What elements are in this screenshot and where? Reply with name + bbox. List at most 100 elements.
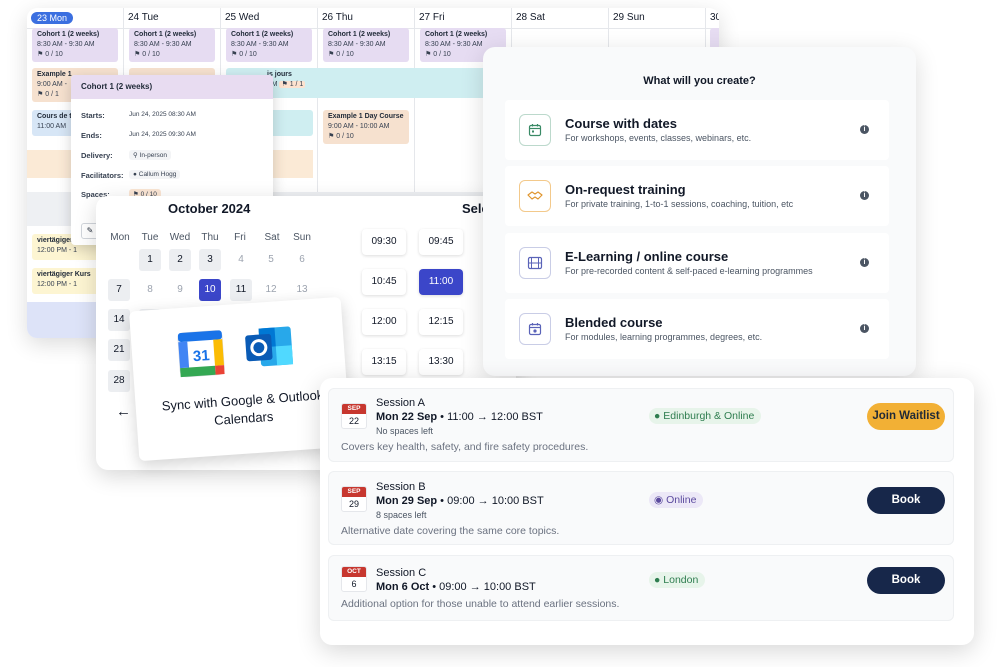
session-description: Alternative date covering the same core … (341, 525, 560, 537)
option-elearning[interactable]: E-Learning / online course For pre-recor… (505, 233, 889, 293)
spaces-value: 0 / 1 (45, 91, 59, 98)
day-header-sun[interactable]: 29 Sun (608, 8, 705, 28)
day-header-thu[interactable]: 26 Thu (317, 8, 414, 28)
time-slot[interactable]: 12:15 (419, 309, 463, 335)
date-cell[interactable]: 21 (108, 339, 130, 361)
date-cell[interactable]: 2 (169, 249, 191, 271)
location-text: Edinburgh & Online (663, 410, 755, 422)
time-slot[interactable]: 13:30 (419, 349, 463, 375)
date-cell[interactable]: 11 (230, 279, 252, 301)
event-day-course-thu[interactable]: Example 1 Day Course 9:00 AM - 10:00 AM … (323, 110, 409, 144)
info-icon[interactable]: i (860, 191, 869, 200)
location-badge: ◉ Online (649, 492, 704, 508)
join-waitlist-button[interactable]: Join Waitlist (867, 403, 945, 430)
date-cell-selected[interactable]: 10 (199, 279, 221, 301)
weekday-mon: Mon (110, 232, 130, 243)
event-spaces: ⚑ 0 / 10 (37, 51, 63, 58)
option-on-request-training[interactable]: On-request training For private training… (505, 166, 889, 226)
event-time: 8:30 AM - 9:30 AM (37, 41, 95, 48)
spaces-value: 0 / 10 (433, 51, 451, 58)
event-spaces: ⚑ 0 / 10 (231, 51, 257, 58)
back-arrow-icon[interactable]: ← (116, 403, 131, 420)
option-subtitle: For private training, 1-to-1 sessions, c… (565, 199, 794, 209)
info-icon[interactable]: i (860, 258, 869, 267)
location-badge: ● London (649, 572, 706, 588)
option-blended-course[interactable]: Blended course For modules, learning pro… (505, 299, 889, 359)
date-cell: 5 (268, 254, 274, 265)
book-button[interactable]: Book (867, 567, 945, 594)
time-slot[interactable]: 12:00 (362, 309, 406, 335)
session-date: Mon 6 Oct (376, 581, 430, 593)
month-title: October 2024 (168, 201, 251, 216)
outlook-icon (245, 326, 294, 367)
weekday-tue: Tue (141, 232, 159, 243)
map-pin-icon: ● (654, 410, 661, 422)
session-date: Mon 29 Sep (376, 495, 438, 507)
day-header-fri[interactable]: 27 Fri (414, 8, 511, 28)
day-header-tue[interactable]: 24 Tue (123, 8, 220, 28)
book-button[interactable]: Book (867, 487, 945, 514)
time-slot[interactable]: 09:45 (419, 229, 463, 255)
date-cell[interactable]: 28 (108, 370, 130, 392)
time-slot-selected[interactable]: 11:00 (419, 269, 463, 295)
course-type-chooser: What will you create? Course with dates … (483, 47, 916, 376)
session-title: Session B (376, 481, 426, 493)
option-subtitle: For modules, learning programmes, degree… (565, 332, 763, 342)
webcam-icon: ◉ (654, 494, 664, 506)
option-subtitle: For pre-recorded content & self-paced e-… (565, 266, 813, 276)
date-cell: 9 (177, 284, 183, 295)
time-slot[interactable]: 09:30 (362, 229, 406, 255)
option-course-with-dates[interactable]: Course with dates For workshops, events,… (505, 100, 889, 160)
day-header-sat[interactable]: 28 Sat (511, 8, 608, 28)
date-cell[interactable]: 7 (108, 279, 130, 301)
session-date-badge: SEP 29 (341, 486, 367, 512)
location-badge: ● Edinburgh & Online (649, 408, 762, 424)
event-cohort-mon[interactable]: Cohort 1 (2 weeks) 8:30 AM - 9:30 AM ⚑ 0… (32, 28, 118, 62)
ends-value: Jun 24, 2025 09:30 AM (129, 131, 196, 138)
starts-value: Jun 24, 2025 08:30 AM (129, 111, 196, 118)
event-time: 9:00 AM - 10:00 AM (328, 123, 390, 130)
date-cell[interactable]: 3 (199, 249, 221, 271)
session-date: Mon 22 Sep (376, 411, 438, 423)
sync-text: Sync with Google & Outlook Calendars (161, 387, 324, 428)
date-cell: 13 (296, 284, 308, 295)
event-title: Cohort 1 (2 weeks) (328, 31, 391, 38)
session-when: Mon 6 Oct • 09:00 → 10:00 BST (376, 581, 536, 593)
date-cell[interactable]: 1 (139, 249, 161, 271)
weekday-wed: Wed (169, 232, 191, 243)
session-spaces: 8 spaces left (376, 510, 427, 520)
day-header-wed[interactable]: 25 Wed (220, 8, 317, 28)
spaces-value: 0 / 10 (336, 51, 354, 58)
location-pin-icon: ⚲ (133, 152, 138, 159)
date-cell[interactable]: 14 (108, 309, 130, 331)
day-header-mon[interactable]: 23 Mon (27, 8, 123, 28)
spaces-value: 0 / 10 (45, 51, 63, 58)
day-header-next[interactable]: 30 (705, 8, 719, 28)
session-time: • 09:00 → 10:00 BST (429, 581, 536, 593)
badge-day: 29 (348, 499, 359, 509)
spaces-value: 0 / 10 (142, 51, 160, 58)
event-cohort-thu[interactable]: Cohort 1 (2 weeks) 8:30 AM - 9:30 AM ⚑ 0… (323, 28, 409, 62)
session-date-badge: OCT 6 (341, 566, 367, 592)
location-text: Online (666, 494, 697, 506)
badge-month: SEP (342, 404, 366, 414)
session-description: Additional option for those unable to at… (341, 598, 620, 610)
session-row: SEP 29 Session B Mon 29 Sep • 09:00 → 10… (328, 471, 954, 545)
session-when: Mon 29 Sep • 09:00 → 10:00 BST (376, 495, 544, 507)
info-icon[interactable]: i (860, 125, 869, 134)
session-time: • 09:00 → 10:00 BST (437, 495, 544, 507)
date-cell: 12 (265, 284, 277, 295)
date-cell: 8 (147, 284, 153, 295)
info-icon[interactable]: i (860, 324, 869, 333)
time-slot[interactable]: 13:15 (362, 349, 406, 375)
calendar-sync-badge: 31 Sync with Google & Outlook Calendars (129, 296, 351, 462)
ends-label: Ends: (81, 131, 102, 140)
session-description: Covers key health, safety, and fire safe… (341, 441, 589, 453)
time-slot[interactable]: 10:45 (362, 269, 406, 295)
event-spaces: ⚑ 0 / 10 (328, 133, 354, 140)
starts-label: Starts: (81, 111, 105, 120)
option-title: Course with dates (565, 116, 677, 131)
event-cohort-wed[interactable]: Cohort 1 (2 weeks) 8:30 AM - 9:30 AM ⚑ 0… (226, 28, 312, 62)
google-calendar-number: 31 (192, 347, 210, 365)
event-cohort-tue[interactable]: Cohort 1 (2 weeks) 8:30 AM - 9:30 AM ⚑ 0… (129, 28, 215, 62)
